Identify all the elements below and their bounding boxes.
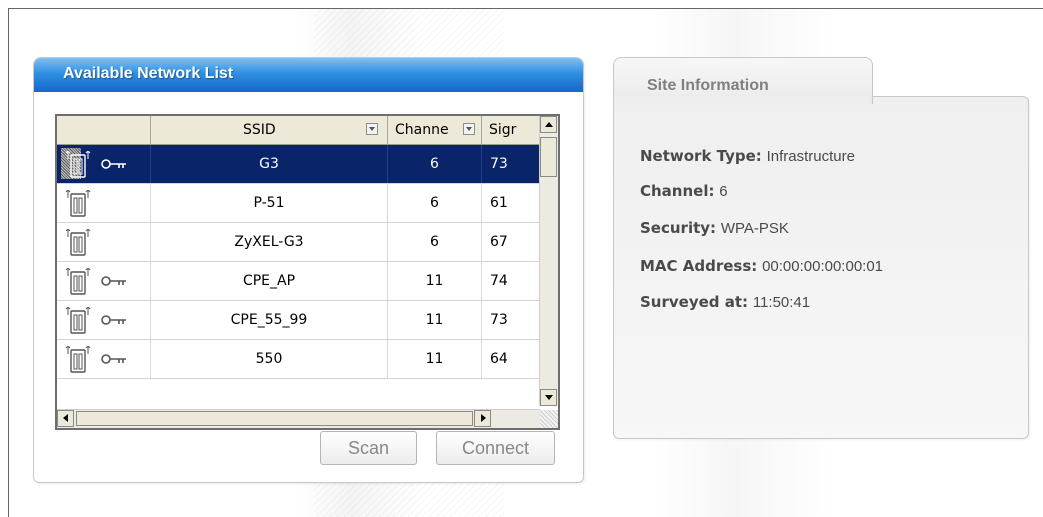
signal-cell: 73 bbox=[482, 301, 540, 339]
ssid-cell: G3 bbox=[151, 145, 388, 183]
key-icon bbox=[101, 276, 126, 286]
scroll-up-button[interactable] bbox=[540, 116, 557, 133]
ssid-sort-dropdown-icon[interactable] bbox=[366, 123, 378, 135]
access-point-icon bbox=[65, 151, 91, 178]
security-value: WPA-PSK bbox=[720, 220, 789, 237]
chevron-right-icon bbox=[481, 414, 486, 422]
scroll-left-button[interactable] bbox=[57, 410, 74, 427]
column-header-signal-label: Sigr bbox=[489, 122, 517, 138]
key-icon bbox=[101, 159, 126, 169]
channel-cell: 11 bbox=[388, 262, 482, 300]
site-information-tab-label: Site Information bbox=[647, 77, 769, 94]
chevron-left-icon bbox=[63, 414, 68, 422]
surveyed-at-label: Surveyed at: bbox=[640, 293, 749, 311]
surveyed-at-value: 11:50:41 bbox=[752, 294, 811, 311]
table-header: SSID Channe Sigr bbox=[57, 116, 540, 145]
signal-cell: 73 bbox=[482, 145, 540, 183]
channel-cell: 11 bbox=[388, 301, 482, 339]
channel-label: Channel: bbox=[640, 182, 715, 200]
scroll-down-button[interactable] bbox=[540, 389, 557, 406]
signal-cell: 64 bbox=[482, 340, 540, 378]
network-type-label: Network Type: bbox=[640, 147, 762, 165]
network-type-info: Network Type: Infrastructure bbox=[640, 147, 855, 165]
signal-cell: 61 bbox=[482, 184, 540, 222]
mac-address-value: 00:00:00:00:00:01 bbox=[762, 258, 884, 275]
column-header-ssid[interactable]: SSID bbox=[151, 116, 388, 144]
channel-cell: 6 bbox=[388, 145, 482, 183]
ssid-cell: 550 bbox=[151, 340, 388, 378]
column-header-icon[interactable] bbox=[57, 116, 151, 144]
key-icon bbox=[101, 315, 126, 325]
signal-icon-cell bbox=[57, 223, 151, 261]
ssid-cell: CPE_AP bbox=[151, 262, 388, 300]
ssid-cell: CPE_55_99 bbox=[151, 301, 388, 339]
table-row[interactable]: 550 11 64 bbox=[57, 340, 540, 379]
security-label: Security: bbox=[640, 219, 717, 237]
scrollbar-corner bbox=[540, 410, 558, 428]
chevron-up-icon bbox=[545, 122, 553, 127]
mac-address-label: MAC Address: bbox=[640, 257, 758, 275]
signal-icon-cell bbox=[57, 145, 151, 183]
signal-icon-cell bbox=[57, 262, 151, 300]
horizontal-scrollbar[interactable] bbox=[57, 409, 540, 428]
signal-icon-cell bbox=[57, 184, 151, 222]
network-type-value: Infrastructure bbox=[766, 148, 855, 165]
column-header-ssid-label: SSID bbox=[243, 122, 276, 138]
ssid-cell: P-51 bbox=[151, 184, 388, 222]
available-network-list-panel: Available Network List SSID Channe Sigr … bbox=[33, 57, 584, 483]
network-table[interactable]: SSID Channe Sigr G3 6 73 P-51 6 61 ZyXEL-G3 6 67… bbox=[55, 114, 560, 430]
channel-value: 6 bbox=[719, 183, 728, 200]
connect-button[interactable]: Connect bbox=[436, 431, 555, 465]
access-point-icon bbox=[65, 268, 91, 295]
column-header-channel-label: Channe bbox=[395, 122, 449, 138]
column-header-signal[interactable]: Sigr bbox=[482, 116, 540, 144]
signal-icon-cell bbox=[57, 301, 151, 339]
ssid-cell: ZyXEL-G3 bbox=[151, 223, 388, 261]
access-point-icon bbox=[65, 190, 91, 217]
scan-button[interactable]: Scan bbox=[320, 431, 417, 465]
vertical-scrollbar[interactable] bbox=[539, 116, 558, 406]
mac-address-info: MAC Address: 00:00:00:00:00:01 bbox=[640, 257, 883, 275]
access-point-icon bbox=[65, 307, 91, 334]
surveyed-at-info: Surveyed at: 11:50:41 bbox=[640, 293, 810, 311]
horizontal-scroll-thumb[interactable] bbox=[76, 411, 473, 426]
signal-cell: 74 bbox=[482, 262, 540, 300]
signal-icon-cell bbox=[57, 340, 151, 378]
channel-info: Channel: 6 bbox=[640, 182, 728, 200]
vertical-scroll-thumb[interactable] bbox=[540, 137, 557, 177]
table-row[interactable]: CPE_55_99 11 73 bbox=[57, 301, 540, 340]
key-icon bbox=[101, 354, 126, 364]
channel-sort-dropdown-icon[interactable] bbox=[463, 123, 475, 135]
access-point-icon bbox=[65, 229, 91, 256]
table-row[interactable]: P-51 6 61 bbox=[57, 184, 540, 223]
channel-cell: 6 bbox=[388, 223, 482, 261]
network-list-title: Available Network List bbox=[63, 65, 234, 82]
scroll-right-button[interactable] bbox=[474, 410, 491, 427]
table-row[interactable]: ZyXEL-G3 6 67 bbox=[57, 223, 540, 262]
chevron-down-icon bbox=[545, 395, 553, 400]
security-info: Security: WPA-PSK bbox=[640, 219, 789, 237]
channel-cell: 6 bbox=[388, 184, 482, 222]
signal-cell: 67 bbox=[482, 223, 540, 261]
table-row[interactable]: G3 6 73 bbox=[57, 145, 540, 184]
network-list-header: Available Network List bbox=[34, 58, 583, 92]
channel-cell: 11 bbox=[388, 340, 482, 378]
access-point-icon bbox=[65, 346, 91, 373]
table-row[interactable]: CPE_AP 11 74 bbox=[57, 262, 540, 301]
column-header-channel[interactable]: Channe bbox=[388, 116, 482, 144]
